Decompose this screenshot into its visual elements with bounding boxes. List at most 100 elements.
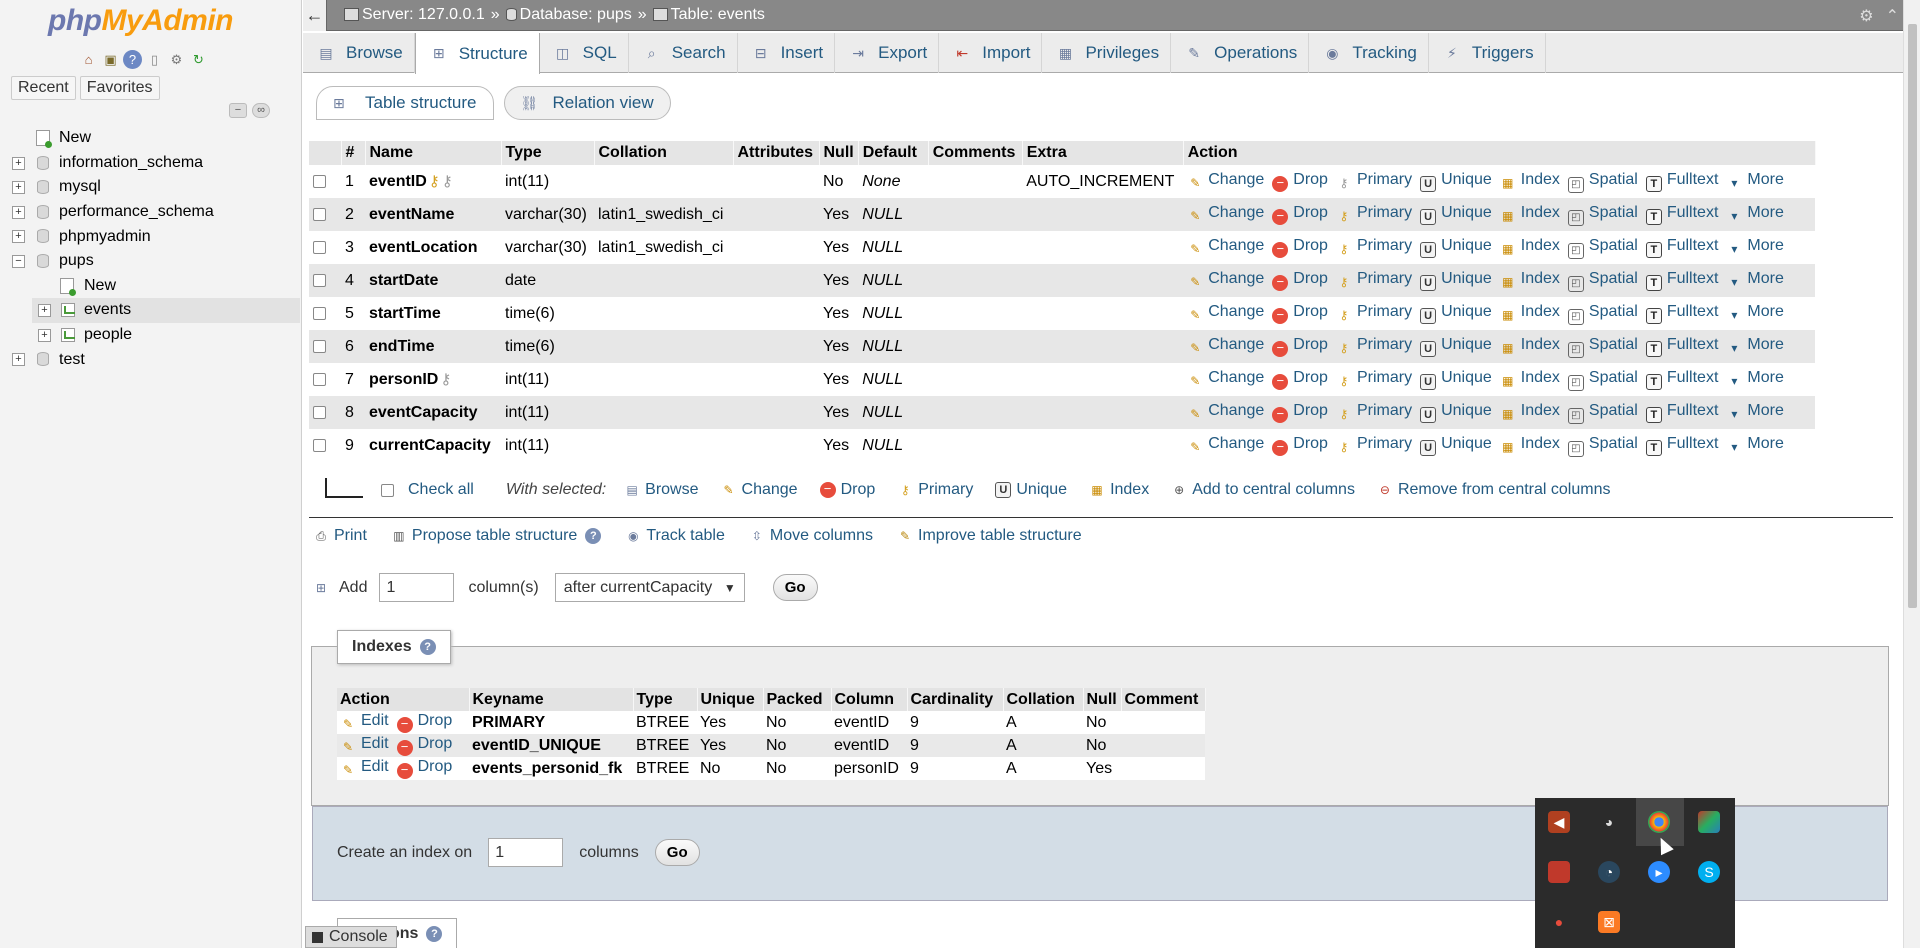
recent-tab[interactable]: Recent bbox=[11, 76, 76, 100]
column-name-cell[interactable]: personID ⚷ bbox=[365, 363, 501, 396]
tree-item-events[interactable]: + events bbox=[32, 298, 300, 323]
row-action-unique[interactable]: U Unique bbox=[1420, 336, 1492, 357]
column-name-cell[interactable]: endTime bbox=[365, 330, 501, 363]
tree-item-phpmyadmin[interactable]: + phpmyadmin bbox=[0, 224, 300, 249]
column-name-cell[interactable]: eventID ⚷ ⚷ bbox=[365, 165, 501, 198]
tree-item-test[interactable]: + test bbox=[0, 347, 300, 372]
settings-gear-icon[interactable]: ⚙ bbox=[1859, 6, 1873, 26]
expand-icon[interactable]: + bbox=[12, 205, 25, 219]
row-action-drop[interactable]: − Drop bbox=[1272, 369, 1328, 390]
row-action-change[interactable]: ✎ Change bbox=[1187, 402, 1264, 421]
row-action-change[interactable]: ✎ Change bbox=[1187, 303, 1264, 322]
skype-icon[interactable]: S bbox=[1698, 861, 1720, 883]
row-action-index[interactable]: ▦ Index bbox=[1500, 270, 1560, 289]
tab-insert[interactable]: ⊟ Insert bbox=[738, 33, 836, 73]
expand-icon[interactable]: + bbox=[12, 230, 25, 244]
column-header[interactable]: # bbox=[341, 141, 366, 165]
row-action-spatial[interactable]: ◰ Spatial bbox=[1567, 237, 1638, 259]
row-action-more[interactable]: ▾ More bbox=[1726, 171, 1783, 190]
column-header[interactable]: Type bbox=[501, 141, 595, 165]
tree-item-pups-new[interactable]: New bbox=[0, 274, 300, 299]
row-action-fulltext[interactable]: T Fulltext bbox=[1645, 435, 1718, 456]
tree-item-performance-schema[interactable]: + performance_schema bbox=[0, 200, 300, 225]
speaker-icon[interactable]: ◀ bbox=[1548, 811, 1570, 833]
tab-privileges[interactable]: ▦ Privileges bbox=[1042, 33, 1172, 73]
acrobat-icon[interactable] bbox=[1548, 861, 1570, 883]
row-action-drop[interactable]: − Drop bbox=[1272, 270, 1328, 291]
row-action-primary[interactable]: ⚷ Primary bbox=[1336, 204, 1413, 223]
row-action-more[interactable]: ▾ More bbox=[1726, 303, 1783, 322]
row-action-unique[interactable]: U Unique bbox=[1420, 402, 1492, 423]
improve-structure-link[interactable]: ✎ Improve table structure bbox=[897, 527, 1082, 545]
row-action-change[interactable]: ✎ Change bbox=[1187, 204, 1264, 223]
row-action-unique[interactable]: U Unique bbox=[1420, 204, 1492, 225]
bulk-primary-button[interactable]: ⚷ Primary bbox=[897, 481, 974, 499]
row-action-spatial[interactable]: ◰ Spatial bbox=[1567, 171, 1638, 193]
row-action-fulltext[interactable]: T Fulltext bbox=[1645, 369, 1718, 390]
index-edit-link[interactable]: ✎ Edit bbox=[340, 712, 389, 731]
row-checkbox[interactable] bbox=[313, 207, 326, 221]
xampp-icon[interactable]: ⊠ bbox=[1598, 911, 1620, 933]
row-checkbox[interactable] bbox=[313, 438, 326, 452]
table-row[interactable]: 7 personID ⚷ int(11) Yes NULL ✎ Change − Drop ⚷ Pri… bbox=[309, 363, 1816, 396]
tab-operations[interactable]: ✎ Operations bbox=[1171, 33, 1310, 73]
breadcrumb-table[interactable]: Table: events bbox=[652, 6, 765, 24]
table-row[interactable]: 5 startTime time(6) Yes NULL ✎ Change − Drop ⚷ Pri… bbox=[309, 297, 1816, 330]
column-name-cell[interactable]: startTime bbox=[365, 297, 501, 330]
expand-icon[interactable]: + bbox=[12, 353, 25, 367]
tree-item-mysql[interactable]: + mysql bbox=[0, 175, 300, 200]
column-header[interactable]: Collation bbox=[594, 141, 734, 165]
tab-tracking[interactable]: ◉ Tracking bbox=[1309, 33, 1429, 73]
breadcrumb-database[interactable]: Database: pups bbox=[505, 6, 632, 24]
row-action-more[interactable]: ▾ More bbox=[1726, 237, 1783, 256]
breadcrumb-server[interactable]: Server: 127.0.0.1 bbox=[344, 6, 485, 24]
row-action-more[interactable]: ▾ More bbox=[1726, 336, 1783, 355]
home-icon[interactable]: ⌂ bbox=[79, 50, 98, 69]
table-row[interactable]: 1 eventID ⚷ ⚷ int(11) No None AUTO_INCREMENT ✎ Ch… bbox=[309, 165, 1816, 198]
collapse-top-icon[interactable]: ⌃ bbox=[1886, 6, 1899, 26]
tree-item-pups[interactable]: − pups bbox=[0, 249, 300, 274]
propose-structure-link[interactable]: ▥ Propose table structure? bbox=[391, 527, 602, 545]
add-central-columns-button[interactable]: ⊕ Add to central columns bbox=[1171, 481, 1355, 499]
row-action-fulltext[interactable]: T Fulltext bbox=[1645, 303, 1718, 324]
row-action-primary[interactable]: ⚷ Primary bbox=[1336, 402, 1413, 421]
bulk-change-button[interactable]: ✎ Change bbox=[721, 481, 797, 499]
bulk-index-button[interactable]: ▦ Index bbox=[1089, 481, 1149, 499]
row-checkbox[interactable] bbox=[313, 405, 326, 419]
column-name-cell[interactable]: eventCapacity bbox=[365, 396, 501, 429]
tab-relation-view[interactable]: ⛓ Relation view bbox=[503, 86, 671, 120]
row-action-change[interactable]: ✎ Change bbox=[1187, 270, 1264, 289]
table-row[interactable]: 9 currentCapacity int(11) Yes NULL ✎ Change − Dr… bbox=[309, 429, 1816, 462]
index-drop-link[interactable]: − Drop bbox=[396, 712, 452, 733]
row-checkbox[interactable] bbox=[313, 306, 326, 320]
row-action-spatial[interactable]: ◰ Spatial bbox=[1567, 435, 1638, 457]
row-action-unique[interactable]: U Unique bbox=[1420, 270, 1492, 291]
row-action-unique[interactable]: U Unique bbox=[1420, 369, 1492, 390]
index-edit-link[interactable]: ✎ Edit bbox=[340, 735, 389, 754]
column-header[interactable]: Comments bbox=[928, 141, 1023, 165]
index-drop-link[interactable]: − Drop bbox=[396, 735, 452, 756]
row-action-index[interactable]: ▦ Index bbox=[1500, 171, 1560, 190]
row-action-fulltext[interactable]: T Fulltext bbox=[1645, 402, 1718, 423]
row-action-drop[interactable]: − Drop bbox=[1272, 237, 1328, 258]
column-header[interactable]: Attributes bbox=[733, 141, 820, 165]
expand-icon[interactable]: + bbox=[12, 181, 25, 195]
column-header[interactable]: Extra bbox=[1022, 141, 1184, 165]
row-action-index[interactable]: ▦ Index bbox=[1500, 237, 1560, 256]
bulk-drop-button[interactable]: − Drop bbox=[819, 481, 875, 499]
bulk-unique-button[interactable]: U Unique bbox=[995, 481, 1067, 499]
tab-search[interactable]: ⌕ Search bbox=[629, 33, 738, 73]
bulk-browse-button[interactable]: ▤ Browse bbox=[624, 481, 698, 499]
row-action-spatial[interactable]: ◰ Spatial bbox=[1567, 402, 1638, 424]
row-action-spatial[interactable]: ◰ Spatial bbox=[1567, 336, 1638, 358]
row-action-index[interactable]: ▦ Index bbox=[1500, 303, 1560, 322]
console-toggle[interactable]: Console bbox=[305, 926, 397, 948]
row-action-primary[interactable]: ⚷ Primary bbox=[1336, 369, 1413, 388]
vertical-scrollbar[interactable] bbox=[1903, 0, 1920, 948]
reload-icon[interactable]: ↻ bbox=[189, 50, 208, 69]
move-columns-link[interactable]: ⇳ Move columns bbox=[749, 527, 873, 545]
indexes-legend[interactable]: Indexes? bbox=[337, 630, 451, 664]
row-action-spatial[interactable]: ◰ Spatial bbox=[1567, 303, 1638, 325]
row-checkbox[interactable] bbox=[313, 339, 326, 353]
table-row[interactable]: 6 endTime time(6) Yes NULL ✎ Change − Drop ⚷ Prima… bbox=[309, 330, 1816, 363]
